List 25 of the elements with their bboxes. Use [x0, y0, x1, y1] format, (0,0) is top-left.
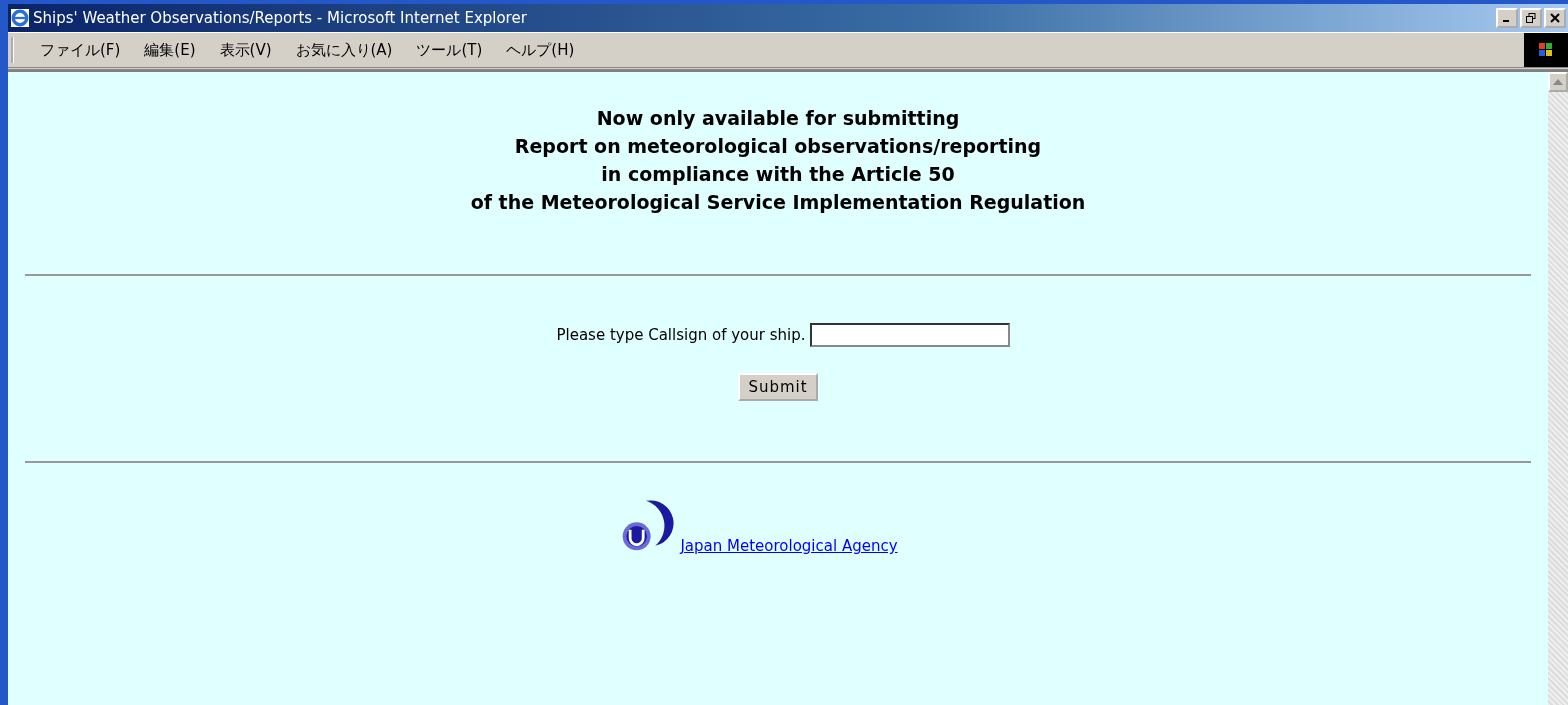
- windows-logo-icon: [1524, 33, 1568, 67]
- heading-line: in compliance with the Article 50: [601, 162, 955, 186]
- submit-button[interactable]: Submit: [738, 373, 818, 401]
- menu-item[interactable]: ヘルプ(H): [506, 40, 575, 60]
- browser-icon: [11, 9, 29, 27]
- heading-line: of the Meteorological Service Implementation Regulation: [470, 190, 1086, 214]
- restore-icon: [1526, 13, 1536, 23]
- heading-line: Now only available for submitting: [596, 106, 960, 130]
- agency-link[interactable]: Japan Meteorological Agency: [680, 537, 898, 555]
- minimize-icon: [1503, 20, 1509, 22]
- menu-item[interactable]: ファイル(F): [40, 40, 121, 60]
- window-title: Ships' Weather Observations/Reports - Microsoft Internet Explorer: [33, 9, 527, 27]
- minimize-button[interactable]: [1496, 8, 1518, 28]
- heading-line: Report on meteorological observations/reporting: [514, 134, 1042, 158]
- callsign-field[interactable]: [809, 323, 1010, 347]
- menu-item[interactable]: 表示(V): [219, 40, 272, 60]
- close-button[interactable]: [1544, 8, 1566, 28]
- close-icon: [1550, 13, 1560, 23]
- menu-item[interactable]: お気に入り(A): [295, 40, 393, 60]
- restore-button[interactable]: [1520, 8, 1542, 28]
- menu-item[interactable]: ツール(T): [416, 40, 483, 60]
- up-arrow-icon: [1553, 79, 1563, 85]
- scroll-up-button[interactable]: [1548, 72, 1568, 92]
- menu-item[interactable]: 編集(E): [144, 40, 196, 60]
- callsign-label: Please type Callsign of your ship.: [556, 326, 806, 344]
